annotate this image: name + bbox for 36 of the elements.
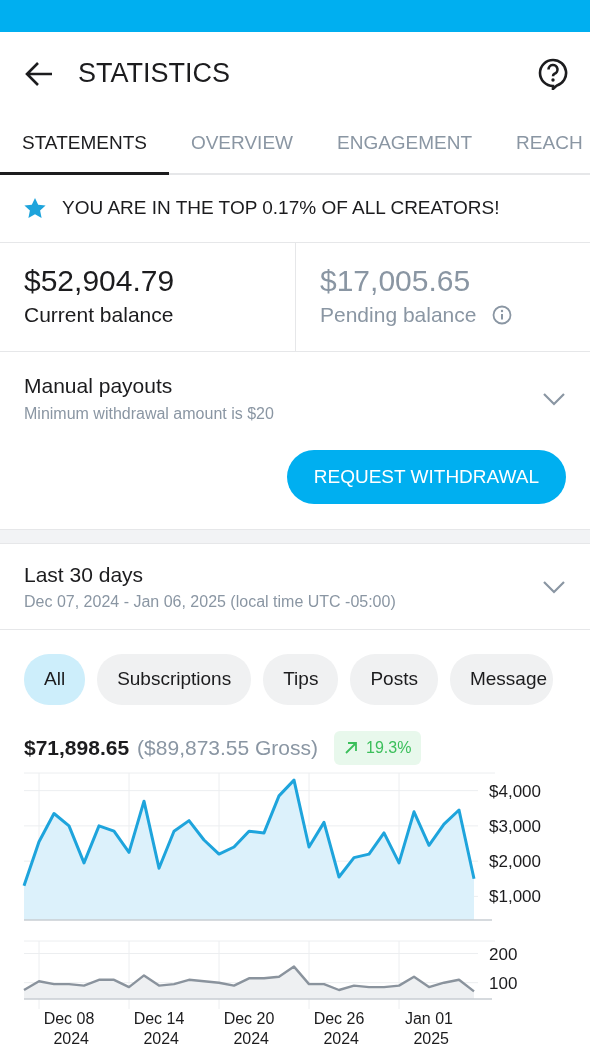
back-icon[interactable] <box>24 60 54 87</box>
filter-chip[interactable]: Message <box>449 654 554 705</box>
period-title: Last 30 days <box>24 561 145 588</box>
axis-label: Dec 14 2024 <box>133 1009 185 1047</box>
net-total: $71,898.65 <box>24 734 130 761</box>
filter-chip[interactable]: Subscriptions <box>97 654 252 705</box>
star-icon <box>24 198 46 219</box>
change-badge: 19.3% <box>334 730 422 765</box>
balance-amount: $17,005.65 <box>320 263 472 299</box>
filter-chip[interactable]: Posts <box>350 654 438 705</box>
help-icon[interactable] <box>538 57 568 90</box>
tab[interactable]: STATEMENTS <box>0 115 169 175</box>
payouts-note: Minimum withdrawal amount is $20 <box>24 403 274 424</box>
axis-label: Jan 01 2025 <box>405 1009 453 1047</box>
gross-total: ($89,873.55 Gross) <box>137 734 319 761</box>
balance-label: Pending balance <box>320 302 477 328</box>
banner-text: YOU ARE IN THE TOP 0.17% OF ALL CREATORS! <box>62 196 500 221</box>
chevron-icon[interactable] <box>542 580 566 595</box>
chevron-icon[interactable] <box>542 391 566 406</box>
axis-label: Dec 26 2024 <box>313 1009 365 1047</box>
balance-amount: $52,904.79 <box>24 263 176 299</box>
period-range: Dec 07, 2024 - Jan 06, 2025 (local time UTC -05:00) <box>24 592 396 613</box>
filter-chip[interactable]: All <box>24 654 86 705</box>
axis-label: $2,000 <box>489 851 541 871</box>
balance-label: Current balance <box>24 302 174 328</box>
filter-chip[interactable]: Tips <box>263 654 339 705</box>
axis-label: $4,000 <box>489 781 541 801</box>
axis-label: Dec 08 2024 <box>43 1009 95 1047</box>
axis-label: Dec 20 2024 <box>223 1009 275 1047</box>
axis-label: 100 <box>489 973 518 993</box>
page-title: STATISTICS <box>78 57 230 91</box>
info-icon[interactable] <box>492 304 513 325</box>
axis-label: $1,000 <box>489 886 541 906</box>
axis-label: 200 <box>489 944 518 964</box>
payouts-title: Manual payouts <box>24 373 174 399</box>
axis-label: $3,000 <box>489 816 541 836</box>
